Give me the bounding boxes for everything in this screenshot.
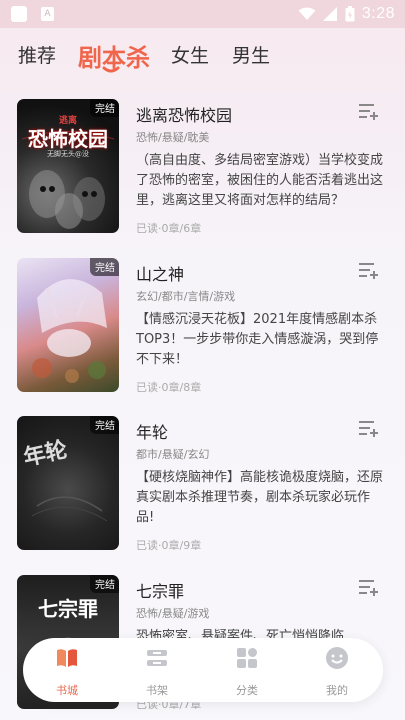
book-title[interactable]: 逃离恐怖校园 xyxy=(136,102,232,126)
nav-label: 分类 xyxy=(236,684,258,697)
tab-recommend[interactable]: 推荐 xyxy=(18,41,56,68)
add-to-list-icon[interactable] xyxy=(357,577,379,597)
nav-label: 我的 xyxy=(326,684,348,697)
cover-caption: 无脚无头@没 xyxy=(47,150,89,158)
completed-badge: 完结 xyxy=(90,575,119,593)
book-description: （高自由度、多结局密室游戏）当学校变成了恐怖的密室，被困住的人能否活着逃出这里，… xyxy=(136,153,384,208)
book-title[interactable]: 七宗罪 xyxy=(136,578,184,602)
a-icon: A xyxy=(41,7,54,21)
clock-time: 3:28 xyxy=(361,5,395,22)
app-icon xyxy=(11,6,27,22)
book-description: 【硬核烧脑神作】高能核诡极度烧脑，还原真实剧本杀推理节奏，剧本杀玩家必玩作品! xyxy=(136,470,384,525)
read-progress: 已读·0章/9章 xyxy=(136,539,202,552)
book-cover[interactable]: 完结 逃离 恐怖校园 无脚无头@没 xyxy=(17,99,119,233)
signal-icon xyxy=(322,7,338,21)
cover-title: 七宗罪 xyxy=(38,597,98,621)
book-cover[interactable]: 完结 xyxy=(17,258,119,392)
tab-male[interactable]: 男生 xyxy=(232,41,270,68)
add-to-list-icon[interactable] xyxy=(357,101,379,121)
book-tags: 恐怖/悬疑/耽美 xyxy=(136,131,210,144)
cover-title: 恐怖校园 xyxy=(28,127,108,151)
category-tabs: 推荐 剧本杀 女生 男生 xyxy=(0,36,405,80)
cover-art xyxy=(32,279,107,383)
active-tab-indicator xyxy=(102,66,120,73)
book-title[interactable]: 年轮 xyxy=(136,419,168,443)
nav-category[interactable]: 分类 xyxy=(212,646,282,698)
wifi-icon xyxy=(298,7,316,21)
book-description: 【情感沉浸天花板】2021年度情感剧本杀TOP3！一步步带你走入情感漩涡，哭到停… xyxy=(136,312,379,367)
cover-art xyxy=(31,496,108,522)
bottom-nav: 书城 书架 分类 我的 xyxy=(23,638,383,702)
book-item[interactable]: 完结 山之神 玄幻/都市/言情/游戏 【情感沉浸天花板】2021年度情感剧本杀T… xyxy=(0,258,405,408)
book-tags: 都市/悬疑/玄幻 xyxy=(136,448,210,461)
nav-label: 书城 xyxy=(56,684,78,697)
tab-female[interactable]: 女生 xyxy=(171,41,209,68)
book-tags: 恐怖/悬疑/游戏 xyxy=(136,607,210,620)
book-tags: 玄幻/都市/言情/游戏 xyxy=(136,290,236,303)
nav-bookshelf[interactable]: 书架 xyxy=(122,646,192,698)
read-progress: 已读·0章/8章 xyxy=(136,381,202,394)
completed-badge: 完结 xyxy=(90,258,119,276)
read-progress: 已读·0章/6章 xyxy=(136,222,202,235)
nav-profile[interactable]: 我的 xyxy=(302,646,372,698)
status-bar: A 3:28 xyxy=(0,0,405,28)
add-to-list-icon[interactable] xyxy=(357,260,379,280)
bookshelf-icon xyxy=(147,650,167,666)
book-cover[interactable]: 完结 年轮 xyxy=(17,416,119,550)
book-item[interactable]: 完结 逃离 恐怖校园 无脚无头@没 逃离恐怖校园 恐怖/悬疑/耽美 （高自由度、… xyxy=(0,99,405,249)
add-to-list-icon[interactable] xyxy=(357,418,379,438)
profile-face-icon xyxy=(326,647,348,669)
nav-label: 书架 xyxy=(146,684,168,697)
book-item[interactable]: 完结 年轮 年轮 都市/悬疑/玄幻 【硬核烧脑神作】高能核诡极度烧脑，还原真实剧… xyxy=(0,416,405,566)
completed-badge: 完结 xyxy=(90,416,119,434)
battery-icon xyxy=(345,6,355,22)
category-grid-icon xyxy=(237,648,257,668)
nav-bookstore[interactable]: 书城 xyxy=(32,646,102,698)
book-open-icon xyxy=(57,649,77,667)
book-title[interactable]: 山之神 xyxy=(136,261,184,285)
